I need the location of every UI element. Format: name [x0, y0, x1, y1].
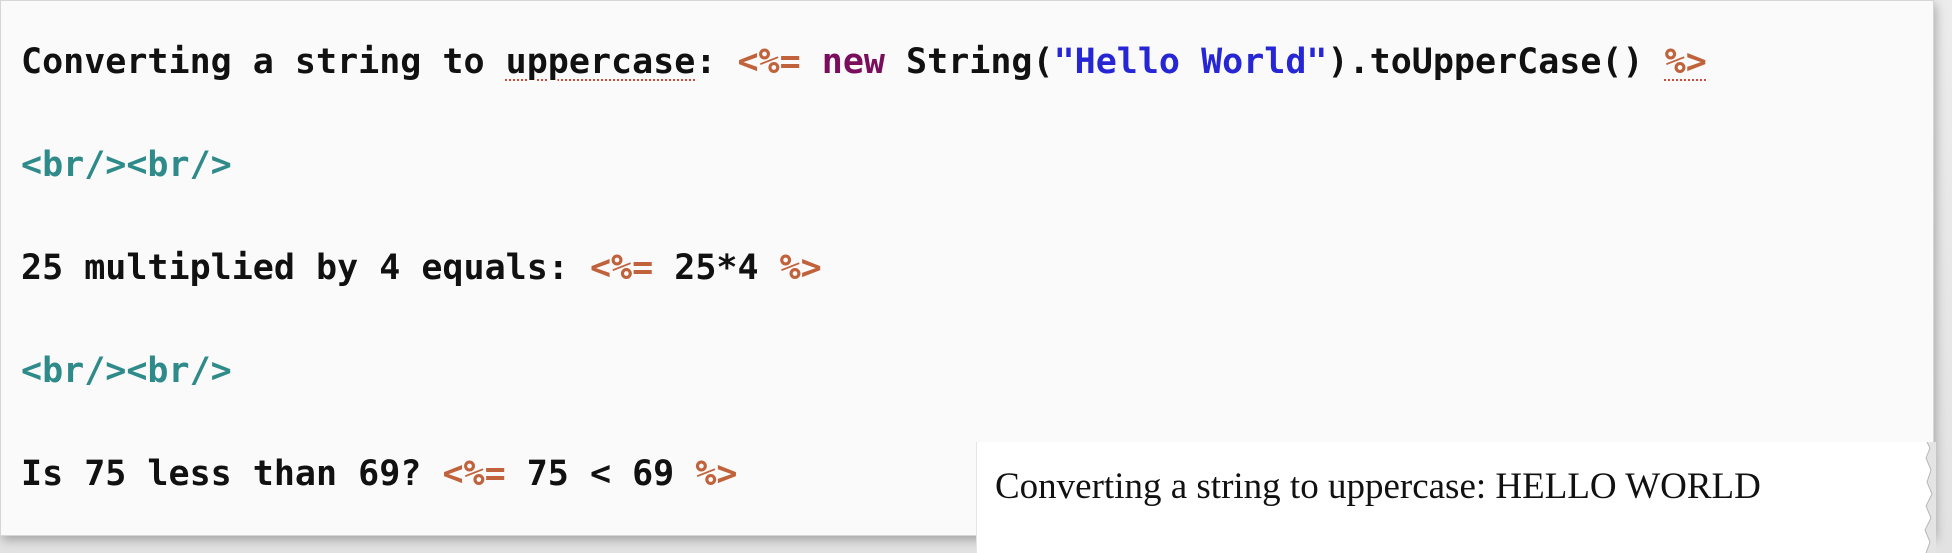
code-expression: 25*4 — [653, 248, 780, 288]
code-line-3: 25 multiplied by 4 equals: <%= 25*4 %> — [21, 243, 822, 293]
code-text: : — [695, 42, 738, 82]
screenshot-stage: Converting a string to uppercase: <%= ne… — [0, 0, 1952, 553]
code-text: Is 75 less than 69? — [21, 454, 443, 494]
code-text: Converting a string to — [21, 42, 506, 82]
browser-output-panel: Converting a string to uppercase: HELLO … — [976, 442, 1936, 553]
scriptlet-open-tag: <%= — [589, 248, 654, 288]
torn-edge-decoration — [1924, 442, 1936, 553]
code-text: 25 multiplied by 4 equals: — [21, 248, 590, 288]
string-literal: "Hello World" — [1053, 42, 1328, 82]
code-text: ).toUpperCase() — [1327, 42, 1665, 82]
scriptlet-open-tag: <%= — [737, 42, 801, 82]
keyword-new: new — [821, 42, 885, 82]
scriptlet-open-tag: <%= — [442, 454, 506, 494]
html-br-tags: <br/><br/> — [21, 351, 232, 391]
code-expression: 75 < 69 — [505, 454, 696, 494]
code-line-1: Converting a string to uppercase: <%= ne… — [21, 37, 1707, 87]
scriptlet-close-tag: %> — [1664, 42, 1707, 82]
code-text: String( — [884, 42, 1054, 82]
html-br-tags: <br/><br/> — [21, 145, 232, 185]
code-line-2: <br/><br/> — [21, 140, 232, 190]
output-text: Converting a string to uppercase: HELLO … — [995, 466, 1761, 507]
code-line-4: <br/><br/> — [21, 346, 232, 396]
spellcheck-word: uppercase — [505, 42, 696, 82]
scriptlet-close-tag: %> — [779, 248, 822, 288]
scriptlet-close-tag: %> — [695, 454, 738, 494]
code-line-5: Is 75 less than 69? <%= 75 < 69 %> — [21, 449, 737, 499]
